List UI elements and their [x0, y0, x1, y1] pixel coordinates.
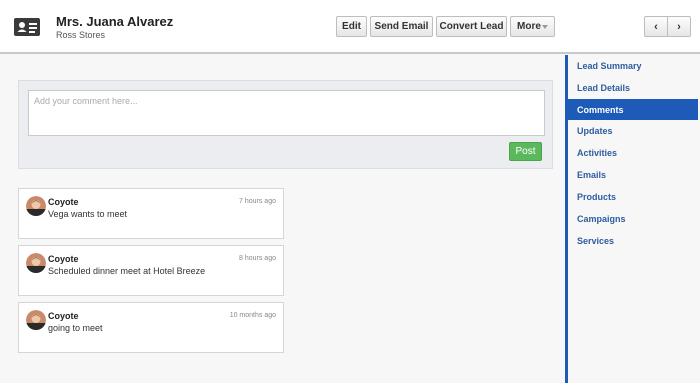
- comment-time: 7 hours ago: [239, 198, 276, 205]
- record-company: Ross Stores: [56, 30, 106, 40]
- sidebar-item-emails[interactable]: Emails: [568, 164, 698, 185]
- comment-composer: Post: [18, 80, 553, 169]
- record-header: Mrs. Juana Alvarez Ross Stores Edit Send…: [0, 0, 700, 54]
- sidebar-item-lead-summary[interactable]: Lead Summary: [568, 55, 698, 76]
- sidebar-item-updates[interactable]: Updates: [568, 120, 698, 141]
- comment-card: Coyote 8 hours ago Scheduled dinner meet…: [18, 245, 284, 296]
- sidebar-item-services[interactable]: Services: [568, 230, 698, 251]
- related-list-sidebar: Lead Summary Lead Details Comments Updat…: [565, 55, 700, 383]
- comment-time: 8 hours ago: [239, 255, 276, 262]
- sidebar-item-campaigns[interactable]: Campaigns: [568, 208, 698, 229]
- comment-text: Vega wants to meet: [48, 209, 128, 219]
- contact-card-icon: [14, 18, 40, 36]
- comment-author: Coyote: [48, 197, 79, 207]
- avatar: [26, 253, 46, 273]
- chevron-left-icon: ‹: [654, 20, 658, 33]
- sidebar-item-comments[interactable]: Comments: [568, 99, 698, 120]
- comment-card: Coyote 10 months ago going to meet: [18, 302, 284, 353]
- comment-author: Coyote: [48, 311, 79, 321]
- avatar: [26, 196, 46, 216]
- comment-card: Coyote 7 hours ago Vega wants to meet: [18, 188, 284, 239]
- previous-record-button[interactable]: ‹: [644, 16, 668, 37]
- record-title: Mrs. Juana Alvarez: [56, 14, 174, 29]
- sidebar-item-activities[interactable]: Activities: [568, 142, 698, 163]
- chevron-right-icon: ›: [677, 20, 681, 33]
- comment-text: Scheduled dinner meet at Hotel Breeze: [48, 266, 206, 276]
- sidebar-item-lead-details[interactable]: Lead Details: [568, 77, 698, 98]
- send-email-button[interactable]: Send Email: [370, 16, 433, 37]
- edit-button[interactable]: Edit: [336, 16, 367, 37]
- comment-text: going to meet: [48, 323, 103, 333]
- avatar: [26, 310, 46, 330]
- convert-lead-button[interactable]: Convert Lead: [436, 16, 507, 37]
- post-button[interactable]: Post: [509, 142, 542, 161]
- next-record-button[interactable]: ›: [667, 16, 691, 37]
- comment-author: Coyote: [48, 254, 79, 264]
- chevron-down-icon: [542, 25, 548, 29]
- sidebar-item-products[interactable]: Products: [568, 186, 698, 207]
- more-dropdown-button[interactable]: More: [510, 16, 555, 37]
- more-label: More: [517, 21, 541, 32]
- comment-time: 10 months ago: [229, 312, 276, 319]
- comment-input[interactable]: [28, 90, 545, 136]
